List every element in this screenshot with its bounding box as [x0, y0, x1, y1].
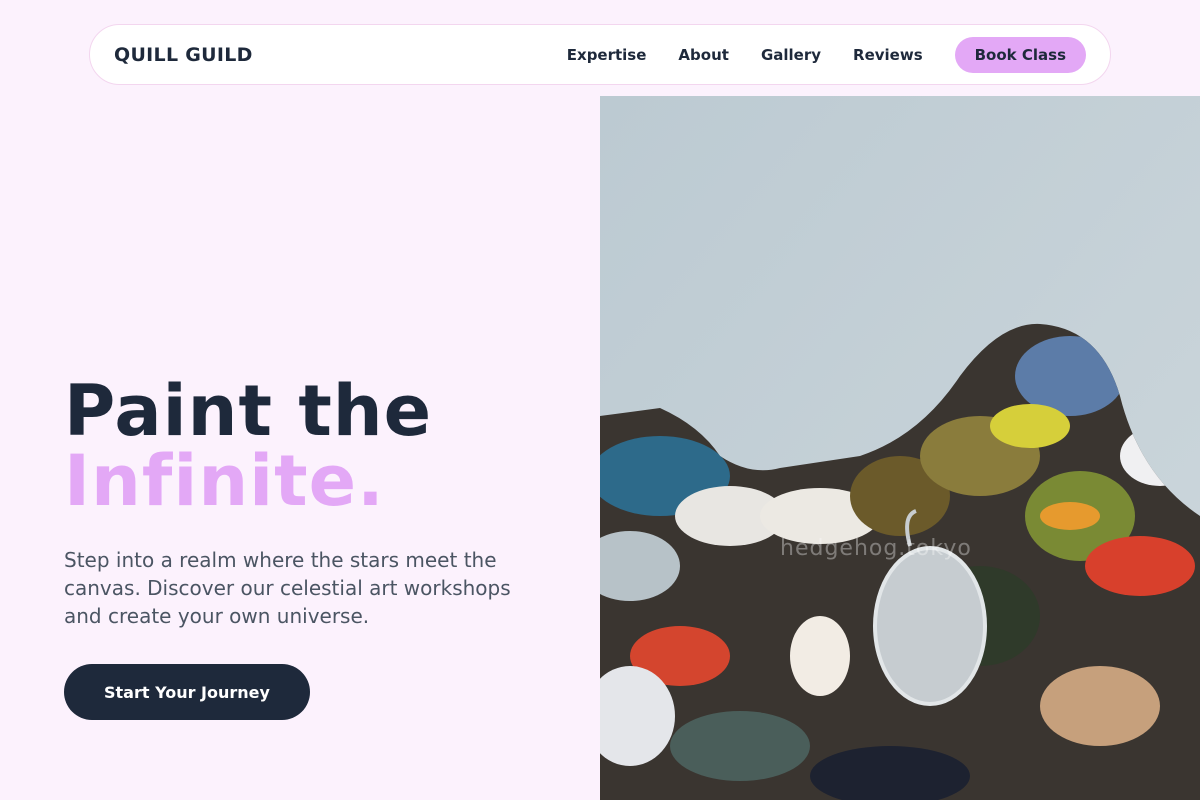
book-class-button[interactable]: Book Class [954, 36, 1086, 73]
nav-link-gallery[interactable]: Gallery [761, 46, 821, 64]
palette-illustration [600, 96, 1200, 800]
nav-links: Expertise About Gallery Reviews Book Cla… [567, 36, 1086, 73]
hero-section: Paint the Infinite. Step into a realm wh… [64, 376, 584, 720]
start-journey-button[interactable]: Start Your Journey [64, 664, 310, 720]
navbar: QUILL GUILD Expertise About Gallery Revi… [89, 24, 1111, 85]
hero-description: Step into a realm where the stars meet t… [64, 548, 511, 628]
nav-link-reviews[interactable]: Reviews [853, 46, 923, 64]
hero-headline: Paint the Infinite. [64, 376, 584, 516]
nav-link-about[interactable]: About [678, 46, 729, 64]
paint-palette-image: hedgehog.tokyo [600, 96, 1200, 800]
image-watermark: hedgehog.tokyo [780, 536, 972, 561]
nav-link-expertise[interactable]: Expertise [567, 46, 647, 64]
landing-page: QUILL GUILD Expertise About Gallery Revi… [0, 0, 1200, 800]
headline-line-2: Infinite. [64, 440, 385, 522]
brand-logo[interactable]: QUILL GUILD [114, 44, 253, 66]
headline-line-1: Paint the [64, 370, 433, 452]
